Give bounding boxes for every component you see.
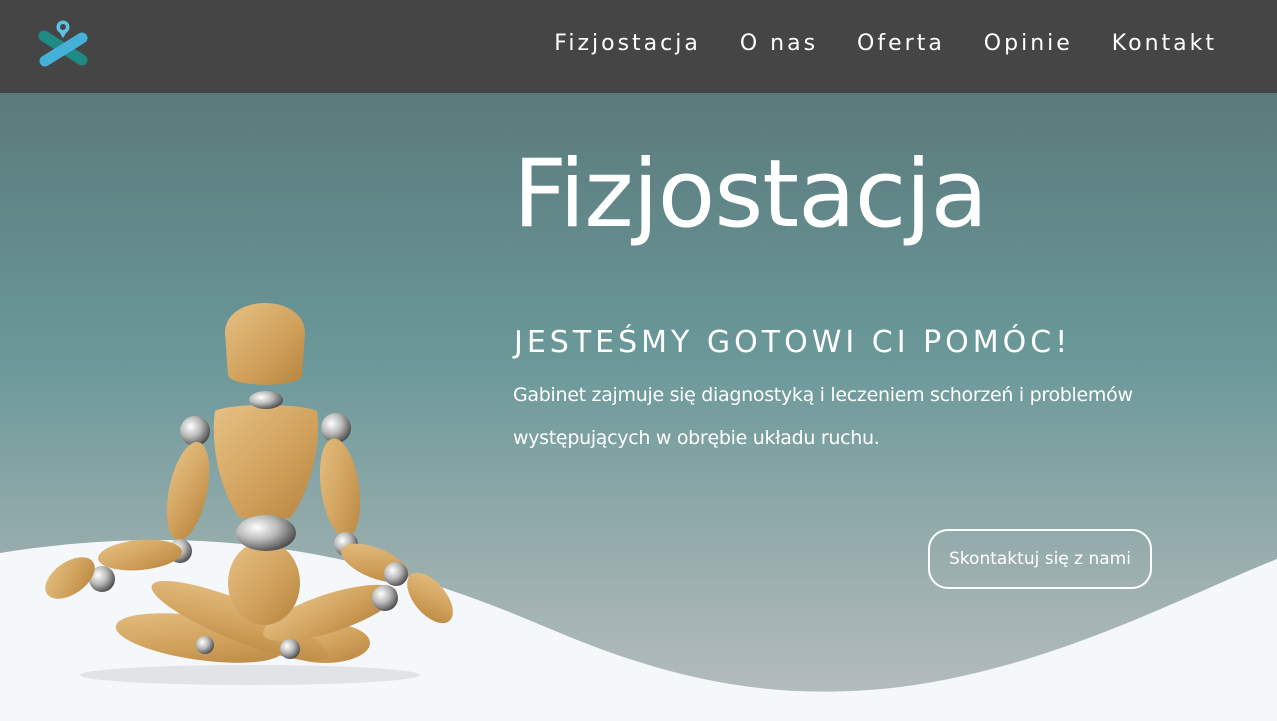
hero-section: Fizjostacja JESTEŚMY GOTOWI CI POMÓC! Ga… [0,93,1277,721]
nav-link-oferta[interactable]: Oferta [857,31,945,56]
hero-description: Gabinet zajmuje się diagnostyką i leczen… [513,384,1133,449]
nav-link-opinie[interactable]: Opinie [984,31,1073,56]
hero-subtitle: JESTEŚMY GOTOWI CI POMÓC! [514,325,1072,360]
nav-link-fizjostacja[interactable]: Fizjostacja [554,31,701,56]
nav-link-o-nas[interactable]: O nas [740,31,818,56]
navbar: Fizjostacja O nas Oferta Opinie Kontakt [0,0,1277,93]
main-nav: Fizjostacja O nas Oferta Opinie Kontakt [554,0,1217,86]
logo-icon[interactable] [38,18,90,68]
hero-title: Fizjostacja [513,140,988,249]
wooden-mannequin-image [45,303,453,685]
nav-link-kontakt[interactable]: Kontakt [1112,31,1217,56]
contact-us-button[interactable]: Skontaktuj się z nami [928,529,1152,589]
